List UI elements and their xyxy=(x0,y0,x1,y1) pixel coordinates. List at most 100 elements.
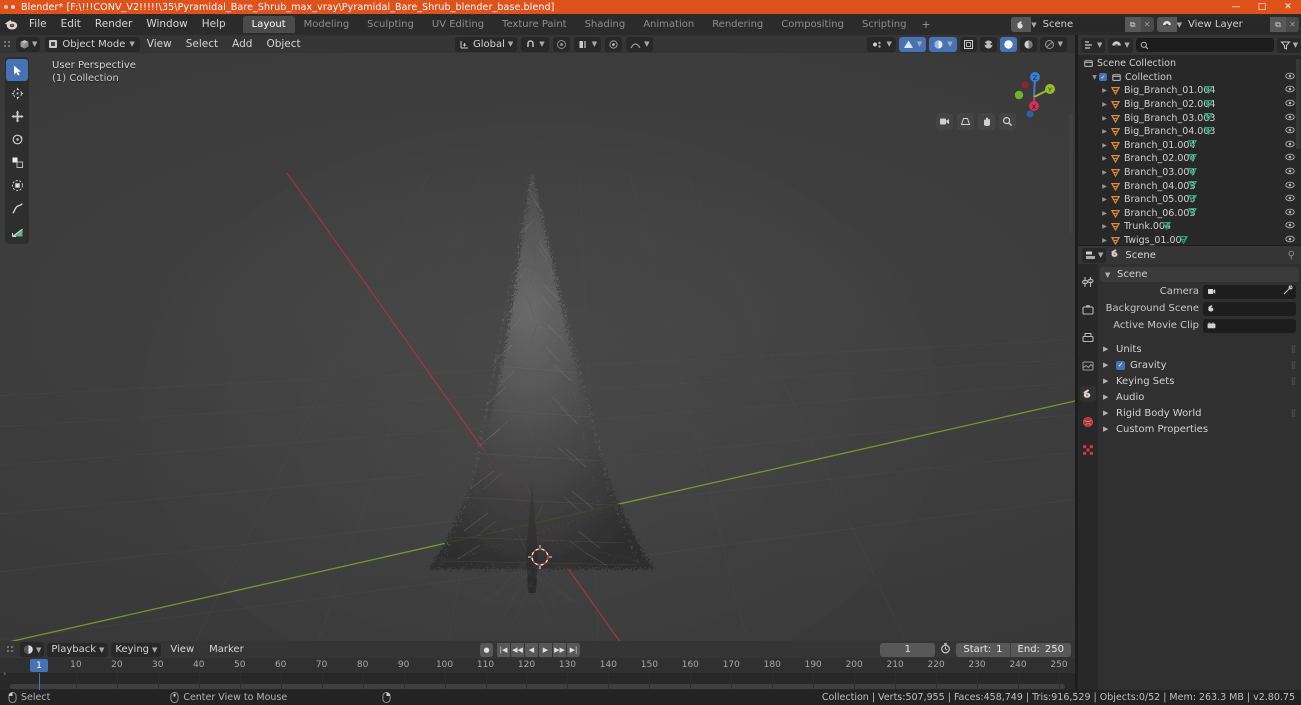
play-button[interactable]: ▶ xyxy=(539,642,552,657)
units-section[interactable]: ▶ Units ⣿ xyxy=(1098,341,1301,357)
object-disclosure-icon[interactable]: ▶ xyxy=(1100,223,1109,230)
header-drag-handle[interactable] xyxy=(0,35,14,53)
outliner-display-mode-selector[interactable]: ▼ xyxy=(1108,37,1133,53)
object-visibility-eye-icon[interactable] xyxy=(1285,181,1295,192)
background-scene-field[interactable] xyxy=(1203,301,1296,316)
properties-pin-icon[interactable]: ⚲ xyxy=(1288,250,1295,261)
3d-viewport[interactable]: User Perspective (1) Collection Z Y X xyxy=(0,53,1075,641)
object-visibility-eye-icon[interactable] xyxy=(1285,113,1295,124)
tab-sculpting[interactable]: Sculpting xyxy=(358,16,423,33)
viewport-menu-object[interactable]: Object xyxy=(259,35,307,53)
toggle-perspective-icon[interactable] xyxy=(957,113,974,130)
snap-target-toggle[interactable] xyxy=(605,36,623,52)
outliner-object-row[interactable]: ▶ Branch_02.004 xyxy=(1078,152,1301,166)
world-properties-tab[interactable] xyxy=(1080,414,1096,430)
tab-scripting[interactable]: Scripting xyxy=(853,16,915,33)
move-tool[interactable] xyxy=(6,105,28,127)
use-preview-range-icon[interactable] xyxy=(940,642,951,657)
rigid-body-world-section[interactable]: ▶ Rigid Body World ⣿ xyxy=(1098,405,1301,421)
object-disclosure-icon[interactable]: ▶ xyxy=(1100,101,1109,108)
active-movie-clip-field[interactable] xyxy=(1203,318,1296,333)
mesh-data-icon[interactable] xyxy=(1187,139,1198,151)
collection-visibility-eye-icon[interactable] xyxy=(1285,72,1295,83)
render-properties-tab[interactable] xyxy=(1080,302,1096,318)
mesh-data-icon[interactable] xyxy=(1178,235,1189,247)
visibility-selector[interactable]: ▼ xyxy=(867,36,896,52)
solid-shading-button[interactable] xyxy=(979,36,997,52)
gravity-checkbox[interactable]: ✓ xyxy=(1116,360,1125,370)
pan-view-hand-icon[interactable] xyxy=(978,113,995,130)
proportional-falloff-selector[interactable]: ▼ xyxy=(626,36,654,52)
editor-type-selector[interactable]: ▼ xyxy=(16,36,41,52)
object-disclosure-icon[interactable]: ▶ xyxy=(1100,128,1109,135)
timeline-playhead[interactable]: 1 xyxy=(30,659,48,672)
new-scene-button[interactable]: ⧉ xyxy=(1124,17,1141,32)
toggle-camera-view-icon[interactable] xyxy=(936,113,953,130)
mesh-data-icon[interactable] xyxy=(1187,167,1198,179)
outliner-collection-row[interactable]: ▼ ✓ Collection xyxy=(1078,71,1301,85)
outliner-scene-collection-row[interactable]: Scene Collection xyxy=(1078,57,1301,71)
outliner-search-field[interactable] xyxy=(1135,38,1274,52)
object-disclosure-icon[interactable]: ▶ xyxy=(1100,155,1109,162)
tab-shading[interactable]: Shading xyxy=(576,16,635,33)
mesh-data-icon[interactable] xyxy=(1203,85,1214,97)
playback-menu[interactable]: Playback ▼ xyxy=(47,642,109,657)
menu-render[interactable]: Render xyxy=(88,14,139,35)
viewport-menu-select[interactable]: Select xyxy=(179,35,225,53)
timeline-editor-type-selector[interactable]: ▼ xyxy=(20,642,45,657)
tab-uv-editing[interactable]: UV Editing xyxy=(423,16,493,33)
object-disclosure-icon[interactable]: ▶ xyxy=(1100,183,1109,190)
custom-properties-section[interactable]: ▶ Custom Properties xyxy=(1098,421,1301,437)
mesh-data-icon[interactable] xyxy=(1161,221,1172,233)
pivot-point-selector[interactable]: ▼ xyxy=(573,36,602,52)
object-disclosure-icon[interactable]: ▶ xyxy=(1100,142,1109,149)
outliner-object-row[interactable]: ▶ Big_Branch_04.003 xyxy=(1078,125,1301,139)
timeline-drag-handle[interactable] xyxy=(3,641,17,659)
snap-magnet-toggle[interactable]: ▼ xyxy=(521,36,549,52)
maximize-button[interactable]: □ xyxy=(1249,0,1275,14)
outliner-object-row[interactable]: ▶ Branch_03.004 xyxy=(1078,166,1301,180)
scene-properties-tab[interactable] xyxy=(1080,386,1096,402)
interaction-mode-selector[interactable]: Object Mode ▼ xyxy=(45,36,140,52)
add-workspace-button[interactable]: + xyxy=(915,16,936,33)
transform-orientation-selector[interactable]: Global ▼ xyxy=(455,36,518,52)
menu-file[interactable]: File xyxy=(22,14,54,35)
close-button[interactable]: ✕ xyxy=(1275,0,1301,14)
menu-help[interactable]: Help xyxy=(195,14,233,35)
view-layer-properties-tab[interactable] xyxy=(1080,358,1096,374)
next-keyframe-button[interactable]: ▶▶ xyxy=(553,642,566,657)
tab-modeling[interactable]: Modeling xyxy=(295,16,359,33)
scene-name[interactable]: Scene xyxy=(1036,17,1125,32)
menu-edit[interactable]: Edit xyxy=(54,14,88,35)
search-input[interactable] xyxy=(1151,39,1274,51)
rotate-tool[interactable] xyxy=(6,128,28,150)
object-visibility-eye-icon[interactable] xyxy=(1285,153,1295,164)
outliner-object-row[interactable]: ▶ Branch_01.004 xyxy=(1078,139,1301,153)
mesh-data-icon[interactable] xyxy=(1203,112,1214,124)
new-view-layer-button[interactable]: ⧉ xyxy=(1270,17,1286,32)
mesh-data-icon[interactable] xyxy=(1187,180,1198,192)
tab-layout[interactable]: Layout xyxy=(242,16,295,33)
wireframe-shading-button[interactable] xyxy=(959,36,977,52)
shading-type-selector[interactable]: ▼ xyxy=(929,36,957,52)
mesh-data-icon[interactable] xyxy=(1203,99,1214,111)
audio-section[interactable]: ▶ Audio xyxy=(1098,389,1301,405)
minimize-button[interactable]: — xyxy=(1223,0,1249,14)
object-visibility-eye-icon[interactable] xyxy=(1285,235,1295,246)
current-frame-field[interactable]: 1 xyxy=(880,642,936,657)
shrub-3d-object[interactable] xyxy=(0,53,1075,641)
timeline-expand-icon[interactable]: › xyxy=(3,669,6,678)
outliner-object-row[interactable]: ▶ Branch_06.003 xyxy=(1078,207,1301,221)
cursor-tool[interactable] xyxy=(6,82,28,104)
viewport-vertical-scrollbar[interactable] xyxy=(1069,113,1073,233)
timeline-menu-marker[interactable]: Marker xyxy=(203,641,250,658)
outliner-object-row[interactable]: ▶ Trunk.004 xyxy=(1078,220,1301,234)
timeline-horizontal-scrollbar[interactable] xyxy=(10,684,1065,689)
collection-disclosure-icon[interactable]: ▼ xyxy=(1090,74,1099,81)
outliner-object-row[interactable]: ▶ Big_Branch_01.004 xyxy=(1078,84,1301,98)
outliner-editor-type-selector[interactable]: ▼ xyxy=(1081,37,1106,53)
tab-texture-paint[interactable]: Texture Paint xyxy=(493,16,576,33)
view-layer-selector[interactable]: ▼ View Layer ⧉ ✕ xyxy=(1156,17,1299,32)
object-disclosure-icon[interactable]: ▶ xyxy=(1100,196,1109,203)
object-visibility-eye-icon[interactable] xyxy=(1285,208,1295,219)
